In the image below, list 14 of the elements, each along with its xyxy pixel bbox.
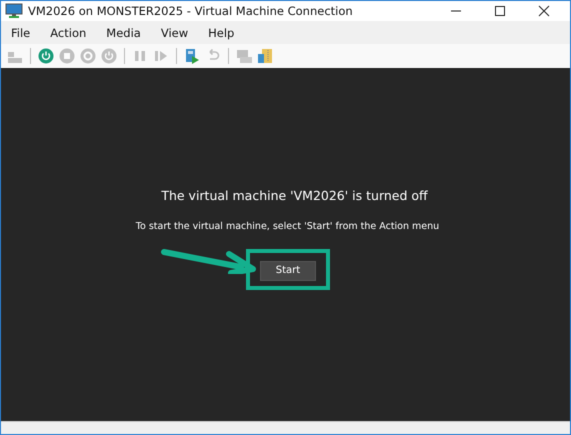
- document-icon[interactable]: [184, 48, 200, 64]
- close-icon[interactable]: [538, 5, 550, 17]
- menu-item[interactable]: Action: [50, 26, 86, 40]
- folder-icon[interactable]: [257, 48, 273, 64]
- menu-item[interactable]: Help: [208, 26, 234, 40]
- menu-item[interactable]: File: [11, 26, 30, 40]
- menu-item[interactable]: Media: [106, 26, 141, 40]
- start-button[interactable]: Start: [260, 260, 316, 280]
- maximize-icon[interactable]: [494, 5, 506, 17]
- power-icon[interactable]: [38, 48, 54, 64]
- menu-item[interactable]: View: [160, 26, 188, 40]
- status-heading: The virtual machine 'VM2026' is turned off: [161, 188, 428, 203]
- status-message: To start the virtual machine, select 'Start' from the Action menu: [136, 221, 440, 232]
- window-title: VM2026 on MONSTER2025 - Virtual Machine Connection: [28, 4, 353, 18]
